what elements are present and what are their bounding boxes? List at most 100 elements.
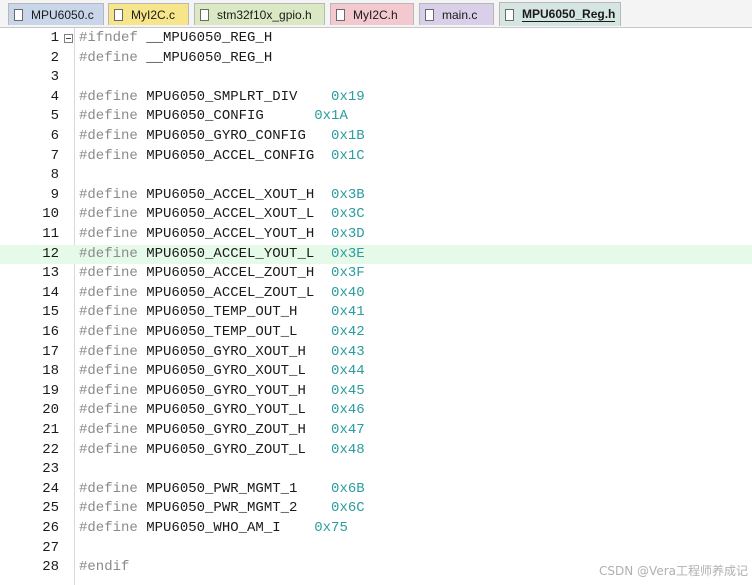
code-text: #define MPU6050_ACCEL_YOUT_H 0x3D <box>79 225 365 245</box>
file-icon <box>114 8 123 21</box>
hex-value: 0x3B <box>331 186 365 203</box>
code-text: #define MPU6050_GYRO_YOUT_L 0x46 <box>79 401 365 421</box>
line-number: 28 <box>42 559 59 576</box>
hex-value: 0x44 <box>331 363 365 380</box>
macro-name: MPU6050_SMPLRT_DIV <box>137 88 332 105</box>
file-icon <box>336 8 345 21</box>
line-number: 23 <box>42 461 59 478</box>
code-line[interactable]: 11 #define MPU6050_ACCEL_YOUT_H 0x3D <box>0 225 752 245</box>
preprocessor-keyword: #define <box>79 441 138 458</box>
code-text: #define MPU6050_ACCEL_XOUT_L 0x3C <box>79 205 365 225</box>
hex-value: 0x48 <box>331 441 365 458</box>
preprocessor-keyword: #define <box>79 500 138 517</box>
line-number: 20 <box>42 402 59 419</box>
code-text: #define MPU6050_GYRO_CONFIG 0x1B <box>79 127 365 147</box>
line-number: 10 <box>42 206 59 223</box>
macro-name: MPU6050_GYRO_ZOUT_H <box>137 422 332 438</box>
code-line[interactable]: 25 #define MPU6050_PWR_MGMT_2 0x6C <box>0 499 752 519</box>
code-text: #define MPU6050_GYRO_ZOUT_H 0x47 <box>79 421 365 441</box>
line-number: 25 <box>42 500 59 517</box>
code-text: #define MPU6050_GYRO_XOUT_L 0x44 <box>79 362 365 382</box>
code-line[interactable]: 17 #define MPU6050_GYRO_XOUT_H 0x43 <box>0 343 752 363</box>
tab-stm32f10x-gpio-h[interactable]: stm32f10x_gpio.h <box>194 3 325 25</box>
watermark: CSDN @Vera工程师养成记 <box>599 564 748 578</box>
macro-name: MPU6050_ACCEL_XOUT_H <box>137 186 332 203</box>
line-number: 18 <box>42 363 59 380</box>
code-editor[interactable]: 1 #ifndef __MPU6050_REG_H 2 #define __MPU60… <box>0 28 752 585</box>
preprocessor-keyword: #define <box>79 245 138 262</box>
file-icon <box>200 8 209 21</box>
macro-name: MPU6050_PWR_MGMT_1 <box>137 480 332 497</box>
code-line[interactable]: 18 #define MPU6050_GYRO_XOUT_L 0x44 <box>0 362 752 382</box>
preprocessor-keyword: #define <box>79 88 138 105</box>
code-text: #define MPU6050_ACCEL_XOUT_H 0x3B <box>79 186 365 206</box>
preprocessor-keyword: #define <box>79 304 138 321</box>
code-line[interactable]: 23 <box>0 460 752 480</box>
code-line[interactable]: 4 #define MPU6050_SMPLRT_DIV 0x19 <box>0 88 752 108</box>
fold-collapse-icon[interactable] <box>64 34 73 43</box>
tab-label: MyI2C.h <box>353 7 398 22</box>
code-line[interactable]: 1 #ifndef __MPU6050_REG_H <box>0 29 752 49</box>
tab-mpu6050-reg-h[interactable]: MPU6050_Reg.h <box>499 2 621 26</box>
code-text: #define MPU6050_ACCEL_ZOUT_L 0x40 <box>79 284 365 304</box>
file-icon <box>425 8 434 21</box>
code-line[interactable]: 3 <box>0 68 752 88</box>
macro-name: __MPU6050_REG_H <box>137 30 273 46</box>
code-line[interactable]: 8 <box>0 166 752 186</box>
code-line[interactable]: 9 #define MPU6050_ACCEL_XOUT_H 0x3B <box>0 186 752 206</box>
hex-value: 0x1C <box>331 147 365 164</box>
code-line-highlighted[interactable]: 12 #define MPU6050_ACCEL_YOUT_L 0x3E <box>0 244 752 265</box>
hex-value: 0x3C <box>331 206 365 223</box>
tab-main-c[interactable]: main.c <box>419 3 494 25</box>
hex-value: 0x6B <box>331 480 365 497</box>
code-line[interactable]: 22 #define MPU6050_GYRO_ZOUT_L 0x48 <box>0 441 752 461</box>
line-number: 14 <box>42 284 59 301</box>
code-line[interactable]: 5 #define MPU6050_CONFIG 0x1A <box>0 107 752 127</box>
code-line[interactable]: 26 #define MPU6050_WHO_AM_I 0x75 <box>0 519 752 539</box>
line-number: 15 <box>42 304 59 321</box>
line-number: 1 <box>50 30 59 46</box>
hex-value: 0x43 <box>331 343 365 360</box>
tab-label: MPU6050_Reg.h <box>522 6 616 22</box>
preprocessor-keyword: #define <box>79 422 138 438</box>
code-line[interactable]: 24 #define MPU6050_PWR_MGMT_1 0x6B <box>0 480 752 500</box>
tab-myi2c-c[interactable]: MyI2C.c <box>108 3 189 25</box>
code-text: #define MPU6050_TEMP_OUT_H 0x41 <box>79 303 365 323</box>
code-line[interactable]: 21 #define MPU6050_GYRO_ZOUT_H 0x47 <box>0 421 752 441</box>
macro-name: MPU6050_TEMP_OUT_L <box>137 324 332 340</box>
macro-name: MPU6050_GYRO_YOUT_H <box>137 382 332 399</box>
code-text: #define MPU6050_ACCEL_CONFIG 0x1C <box>79 147 365 167</box>
preprocessor-keyword: #define <box>79 363 138 380</box>
code-line[interactable]: 14 #define MPU6050_ACCEL_ZOUT_L 0x40 <box>0 284 752 304</box>
code-text: #define MPU6050_CONFIG 0x1A <box>79 107 348 127</box>
tab-label: main.c <box>442 7 478 22</box>
code-line[interactable]: 19 #define MPU6050_GYRO_YOUT_H 0x45 <box>0 382 752 402</box>
macro-name: MPU6050_ACCEL_XOUT_L <box>137 206 332 223</box>
macro-name: MPU6050_GYRO_XOUT_H <box>137 343 332 360</box>
code-text: #define MPU6050_GYRO_YOUT_H 0x45 <box>79 382 365 402</box>
code-line[interactable]: 20 #define MPU6050_GYRO_YOUT_L 0x46 <box>0 401 752 421</box>
code-line[interactable]: 15 #define MPU6050_TEMP_OUT_H 0x41 <box>0 303 752 323</box>
macro-name: MPU6050_ACCEL_ZOUT_H <box>137 265 332 282</box>
code-text: #define MPU6050_TEMP_OUT_L 0x42 <box>79 323 365 343</box>
code-line[interactable]: 2 #define __MPU6050_REG_H <box>0 49 752 69</box>
editor-tab-bar: MPU6050.c MyI2C.c stm32f10x_gpio.h MyI2C… <box>0 0 752 28</box>
line-number: 8 <box>50 167 59 184</box>
code-line[interactable]: 10 #define MPU6050_ACCEL_XOUT_L 0x3C <box>0 205 752 225</box>
code-line[interactable]: 7 #define MPU6050_ACCEL_CONFIG 0x1C <box>0 147 752 167</box>
macro-name: MPU6050_GYRO_ZOUT_L <box>137 441 332 458</box>
code-text: #ifndef __MPU6050_REG_H <box>79 29 272 49</box>
code-line[interactable]: 13 #define MPU6050_ACCEL_ZOUT_H 0x3F <box>0 264 752 284</box>
code-text: #define MPU6050_ACCEL_ZOUT_H 0x3F <box>79 264 365 284</box>
code-line[interactable]: 16 #define MPU6050_TEMP_OUT_L 0x42 <box>0 323 752 343</box>
line-number: 9 <box>50 186 59 203</box>
code-line[interactable]: 27 <box>0 539 752 559</box>
macro-name: MPU6050_ACCEL_YOUT_L <box>137 245 332 262</box>
preprocessor-keyword: #define <box>79 284 138 301</box>
line-number: 16 <box>42 324 59 340</box>
code-line[interactable]: 6 #define MPU6050_GYRO_CONFIG 0x1B <box>0 127 752 147</box>
tab-mpu6050-c[interactable]: MPU6050.c <box>8 3 104 25</box>
hex-value: 0x1B <box>331 128 365 144</box>
hex-value: 0x3E <box>331 245 365 262</box>
tab-myi2c-h[interactable]: MyI2C.h <box>330 3 414 25</box>
